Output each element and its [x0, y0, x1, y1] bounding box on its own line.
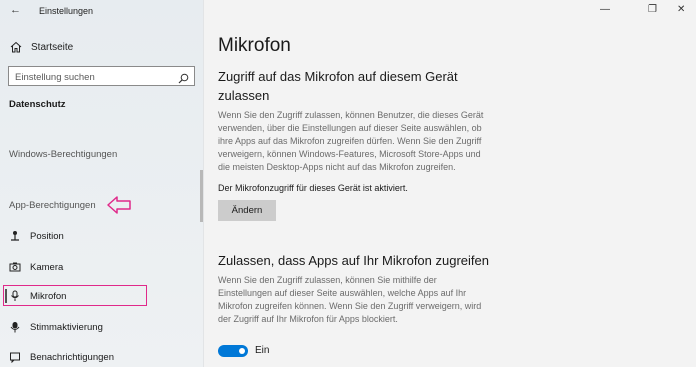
- annotation-highlight-box: [3, 285, 147, 306]
- sidebar-item-benachrichtigungen[interactable]: Benachrichtigungen: [0, 345, 200, 369]
- home-link[interactable]: Startseite: [10, 40, 73, 54]
- search-input[interactable]: [9, 68, 175, 87]
- group-app-permissions: App-Berechtigungen: [9, 200, 96, 211]
- desc-line: verweigern, können Windows-Features, Mic…: [218, 148, 481, 159]
- desc-line: Wenn Sie den Zugriff zulassen, können Si…: [218, 275, 437, 285]
- sidebar-item-label: Stimmaktivierung: [30, 321, 103, 333]
- sidebar-item-position[interactable]: Position: [0, 224, 200, 248]
- sidebar-scrollbar[interactable]: [200, 170, 203, 222]
- notifications-icon: [8, 350, 22, 364]
- section1-description: Wenn Sie den Zugriff zulassen, können Be…: [218, 109, 508, 174]
- annotation-arrow-icon: [106, 195, 132, 220]
- window-title: Einstellungen: [39, 6, 94, 16]
- device-access-status: Der Mikrofonzugriff für dieses Gerät ist…: [218, 183, 408, 193]
- voice-icon: [8, 320, 22, 334]
- sidebar-item-label: Kamera: [30, 261, 64, 273]
- section2-description: Wenn Sie den Zugriff zulassen, können Si…: [218, 274, 508, 326]
- section1-heading-line1: Zugriff auf das Mikrofon auf diesem Gerä…: [218, 69, 458, 84]
- section-title: Datenschutz: [9, 99, 66, 110]
- settings-sidebar: ← Einstellungen Startseite Datenschutz W…: [0, 0, 204, 367]
- toggle-knob: [239, 348, 245, 354]
- desc-line: der Zugriff auf Ihr Mikrofon für Apps bl…: [218, 313, 398, 324]
- apps-microphone-toggle[interactable]: [218, 345, 248, 357]
- title-bar: ← Einstellungen: [0, 0, 203, 24]
- close-button[interactable]: ✕: [677, 4, 685, 15]
- search-icon[interactable]: [178, 71, 189, 84]
- search-field[interactable]: [8, 66, 195, 87]
- home-icon: [10, 41, 22, 53]
- desc-line: Einstellungen auf dieser Seite auswählen…: [218, 287, 467, 298]
- group-windows-permissions: Windows-Berechtigungen: [9, 149, 118, 160]
- sidebar-item-kamera[interactable]: Kamera: [0, 255, 200, 279]
- change-button[interactable]: Ändern: [218, 200, 276, 221]
- desc-line: Wenn Sie den Zugriff zulassen, können Be…: [218, 110, 484, 120]
- desc-line: verwenden, über die Einstellungen auf di…: [218, 122, 482, 133]
- minimize-button[interactable]: —: [600, 4, 610, 15]
- camera-icon: [8, 260, 22, 274]
- toggle-label: Ein: [255, 345, 270, 356]
- desc-line: die meisten Desktop-Apps nicht auf das M…: [218, 161, 456, 172]
- desc-line: ihre Apps auf das Mikrofon zugreifen dür…: [218, 135, 482, 146]
- sidebar-item-label: Position: [30, 230, 64, 242]
- back-button[interactable]: ←: [10, 4, 21, 16]
- desc-line: Mikrofon zugreifen können. Wenn Sie den …: [218, 300, 482, 311]
- location-icon: [8, 229, 22, 243]
- sidebar-item-label: Benachrichtigungen: [30, 351, 114, 363]
- section2-heading: Zulassen, dass Apps auf Ihr Mikrofon zug…: [218, 253, 489, 268]
- section1-heading-line2: zulassen: [218, 88, 270, 103]
- maximize-button[interactable]: ❐: [648, 4, 657, 15]
- main-content: — ❐ ✕ Mikrofon Zugriff auf das Mikrofon …: [204, 0, 696, 367]
- sidebar-item-stimmaktivierung[interactable]: Stimmaktivierung: [0, 315, 200, 339]
- page-title: Mikrofon: [218, 35, 291, 56]
- home-label: Startseite: [31, 41, 74, 53]
